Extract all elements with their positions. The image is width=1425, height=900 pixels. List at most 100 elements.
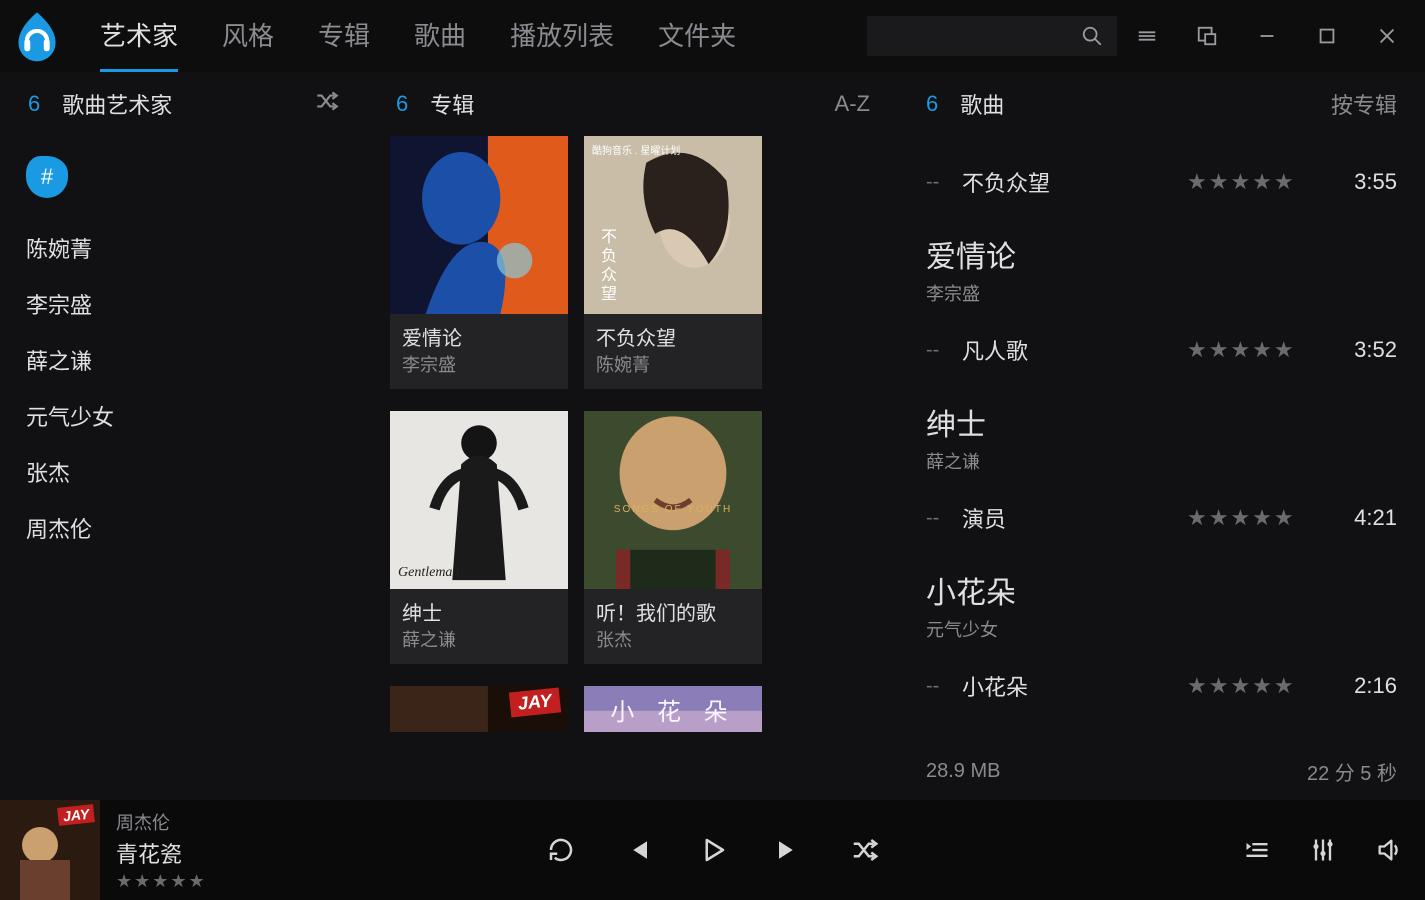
previous-icon <box>622 835 652 865</box>
now-playing-artist: 周杰伦 <box>116 809 207 835</box>
song-rating[interactable]: ★★★★★ <box>1187 505 1327 531</box>
album-card[interactable]: 小 花 朵 <box>584 686 762 732</box>
track-number: -- <box>926 171 962 194</box>
now-playing-art[interactable]: JAY <box>0 800 100 900</box>
previous-button[interactable] <box>622 835 652 865</box>
tab-songs[interactable]: 歌曲 <box>392 0 488 72</box>
artist-item[interactable]: 元气少女 <box>26 388 342 444</box>
artist-item[interactable]: 薛之谦 <box>26 332 342 388</box>
shuffle-button[interactable] <box>850 835 880 865</box>
next-button[interactable] <box>774 835 804 865</box>
albums-header: 6 专辑 A-Z <box>368 72 898 136</box>
menu-button[interactable] <box>1117 0 1177 72</box>
playbar-right-controls <box>1243 836 1403 864</box>
shuffle-artists-button[interactable] <box>314 88 340 120</box>
tab-albums[interactable]: 专辑 <box>296 0 392 72</box>
equalizer-icon <box>1309 836 1337 864</box>
song-album-heading[interactable]: 爱情论 李宗盛 <box>926 210 1397 322</box>
miniplayer-button[interactable] <box>1177 0 1237 72</box>
album-art <box>390 136 568 314</box>
album-card[interactable]: SONGS OF YOUTH 听！我们的歌 张杰 <box>584 411 762 664</box>
song-rating[interactable]: ★★★★★ <box>1187 337 1327 363</box>
album-card[interactable]: JAY <box>390 686 568 732</box>
nav-tabs: 艺术家 风格 专辑 歌曲 播放列表 文件夹 <box>78 0 758 72</box>
album-title: 爱情论 <box>402 322 556 351</box>
albums-title: 专辑 <box>430 88 474 120</box>
artist-item[interactable]: 李宗盛 <box>26 276 342 332</box>
album-card[interactable]: Gentleman 绅士 薛之谦 <box>390 411 568 664</box>
close-icon <box>1376 25 1398 47</box>
song-duration: 3:55 <box>1327 169 1397 195</box>
album-art: 小 花 朵 <box>584 686 762 732</box>
song-duration: 4:21 <box>1327 505 1397 531</box>
now-playing-rating[interactable]: ★★★★★ <box>116 871 207 892</box>
song-album-heading[interactable]: 绅士 薛之谦 <box>926 378 1397 490</box>
songs-count: 6 <box>926 91 938 117</box>
close-button[interactable] <box>1357 0 1417 72</box>
equalizer-button[interactable] <box>1309 836 1337 864</box>
album-artist: 薛之谦 <box>402 626 556 652</box>
heading-artist: 元气少女 <box>926 616 1397 642</box>
maximize-button[interactable] <box>1297 0 1357 72</box>
song-row[interactable]: -- 小花朵 ★★★★★ 2:16 <box>926 658 1397 714</box>
album-art-overlay-text: 小 花 朵 <box>584 686 762 732</box>
tab-playlists[interactable]: 播放列表 <box>488 0 636 72</box>
app-logo[interactable] <box>6 9 78 63</box>
volume-icon <box>1375 836 1403 864</box>
songs-column: 6 歌曲 按专辑 -- 不负众望 ★★★★★ 3:55 爱情论 李宗盛 -- 凡… <box>898 72 1425 800</box>
album-card[interactable]: 酷狗音乐 . 星曜计划 不负众望 不负众望 陈婉菁 <box>584 136 762 389</box>
repeat-button[interactable] <box>546 835 576 865</box>
queue-icon <box>1243 836 1271 864</box>
total-duration: 22 分 5 秒 <box>1307 757 1397 786</box>
tab-genres[interactable]: 风格 <box>200 0 296 72</box>
album-artist: 李宗盛 <box>402 351 556 377</box>
minimize-button[interactable] <box>1237 0 1297 72</box>
artists-title: 歌曲艺术家 <box>62 88 172 120</box>
song-title: 凡人歌 <box>962 334 1187 366</box>
song-rating[interactable]: ★★★★★ <box>1187 169 1327 195</box>
song-row[interactable]: -- 不负众望 ★★★★★ 3:55 <box>926 154 1397 210</box>
album-meta: 绅士 薛之谦 <box>390 589 568 664</box>
now-playing-art-badge: JAY <box>57 804 95 826</box>
search-input[interactable] <box>867 16 1117 56</box>
song-rating[interactable]: ★★★★★ <box>1187 673 1327 699</box>
next-icon <box>774 835 804 865</box>
albums-count: 6 <box>396 91 408 117</box>
heading-title: 爱情论 <box>926 232 1397 276</box>
albums-sort-button[interactable]: A-Z <box>835 91 870 117</box>
songs-footer: 28.9 MB 22 分 5 秒 <box>926 747 1397 800</box>
artist-item[interactable]: 张杰 <box>26 444 342 500</box>
song-title: 小花朵 <box>962 670 1187 702</box>
alpha-filter-hash[interactable]: # <box>26 156 68 198</box>
volume-button[interactable] <box>1375 836 1403 864</box>
track-number: -- <box>926 339 962 362</box>
song-duration: 2:16 <box>1327 673 1397 699</box>
songs-title: 歌曲 <box>960 88 1004 120</box>
artist-item[interactable]: 陈婉菁 <box>26 220 342 276</box>
tab-folders[interactable]: 文件夹 <box>636 0 758 72</box>
album-art-overlay-bottom: 不负众望 <box>594 228 618 304</box>
artist-item[interactable]: 周杰伦 <box>26 500 342 556</box>
heading-title: 小花朵 <box>926 568 1397 612</box>
album-art-overlay-top: 酷狗音乐 . 星曜计划 <box>592 142 680 157</box>
song-row[interactable]: -- 演员 ★★★★★ 4:21 <box>926 490 1397 546</box>
queue-button[interactable] <box>1243 836 1271 864</box>
songs-sort-button[interactable]: 按专辑 <box>1331 88 1397 120</box>
album-artist: 张杰 <box>596 626 750 652</box>
miniplayer-icon <box>1196 25 1218 47</box>
transport-controls <box>546 835 880 865</box>
artist-list: # 陈婉菁 李宗盛 薛之谦 元气少女 张杰 周杰伦 <box>0 136 368 556</box>
song-row[interactable]: -- 凡人歌 ★★★★★ 3:52 <box>926 322 1397 378</box>
minimize-icon <box>1256 25 1278 47</box>
song-album-heading[interactable]: 小花朵 元气少女 <box>926 546 1397 658</box>
track-number: -- <box>926 675 962 698</box>
song-title: 不负众望 <box>962 166 1187 198</box>
top-bar: 艺术家 风格 专辑 歌曲 播放列表 文件夹 <box>0 0 1425 72</box>
tab-artists[interactable]: 艺术家 <box>78 0 200 72</box>
shuffle-icon <box>850 835 880 865</box>
now-playing-info[interactable]: 周杰伦 青花瓷 ★★★★★ <box>100 809 207 892</box>
drop-headphone-icon <box>10 9 64 63</box>
play-button[interactable] <box>698 835 728 865</box>
album-artwork-icon <box>390 136 568 314</box>
album-card[interactable]: 爱情论 李宗盛 <box>390 136 568 389</box>
